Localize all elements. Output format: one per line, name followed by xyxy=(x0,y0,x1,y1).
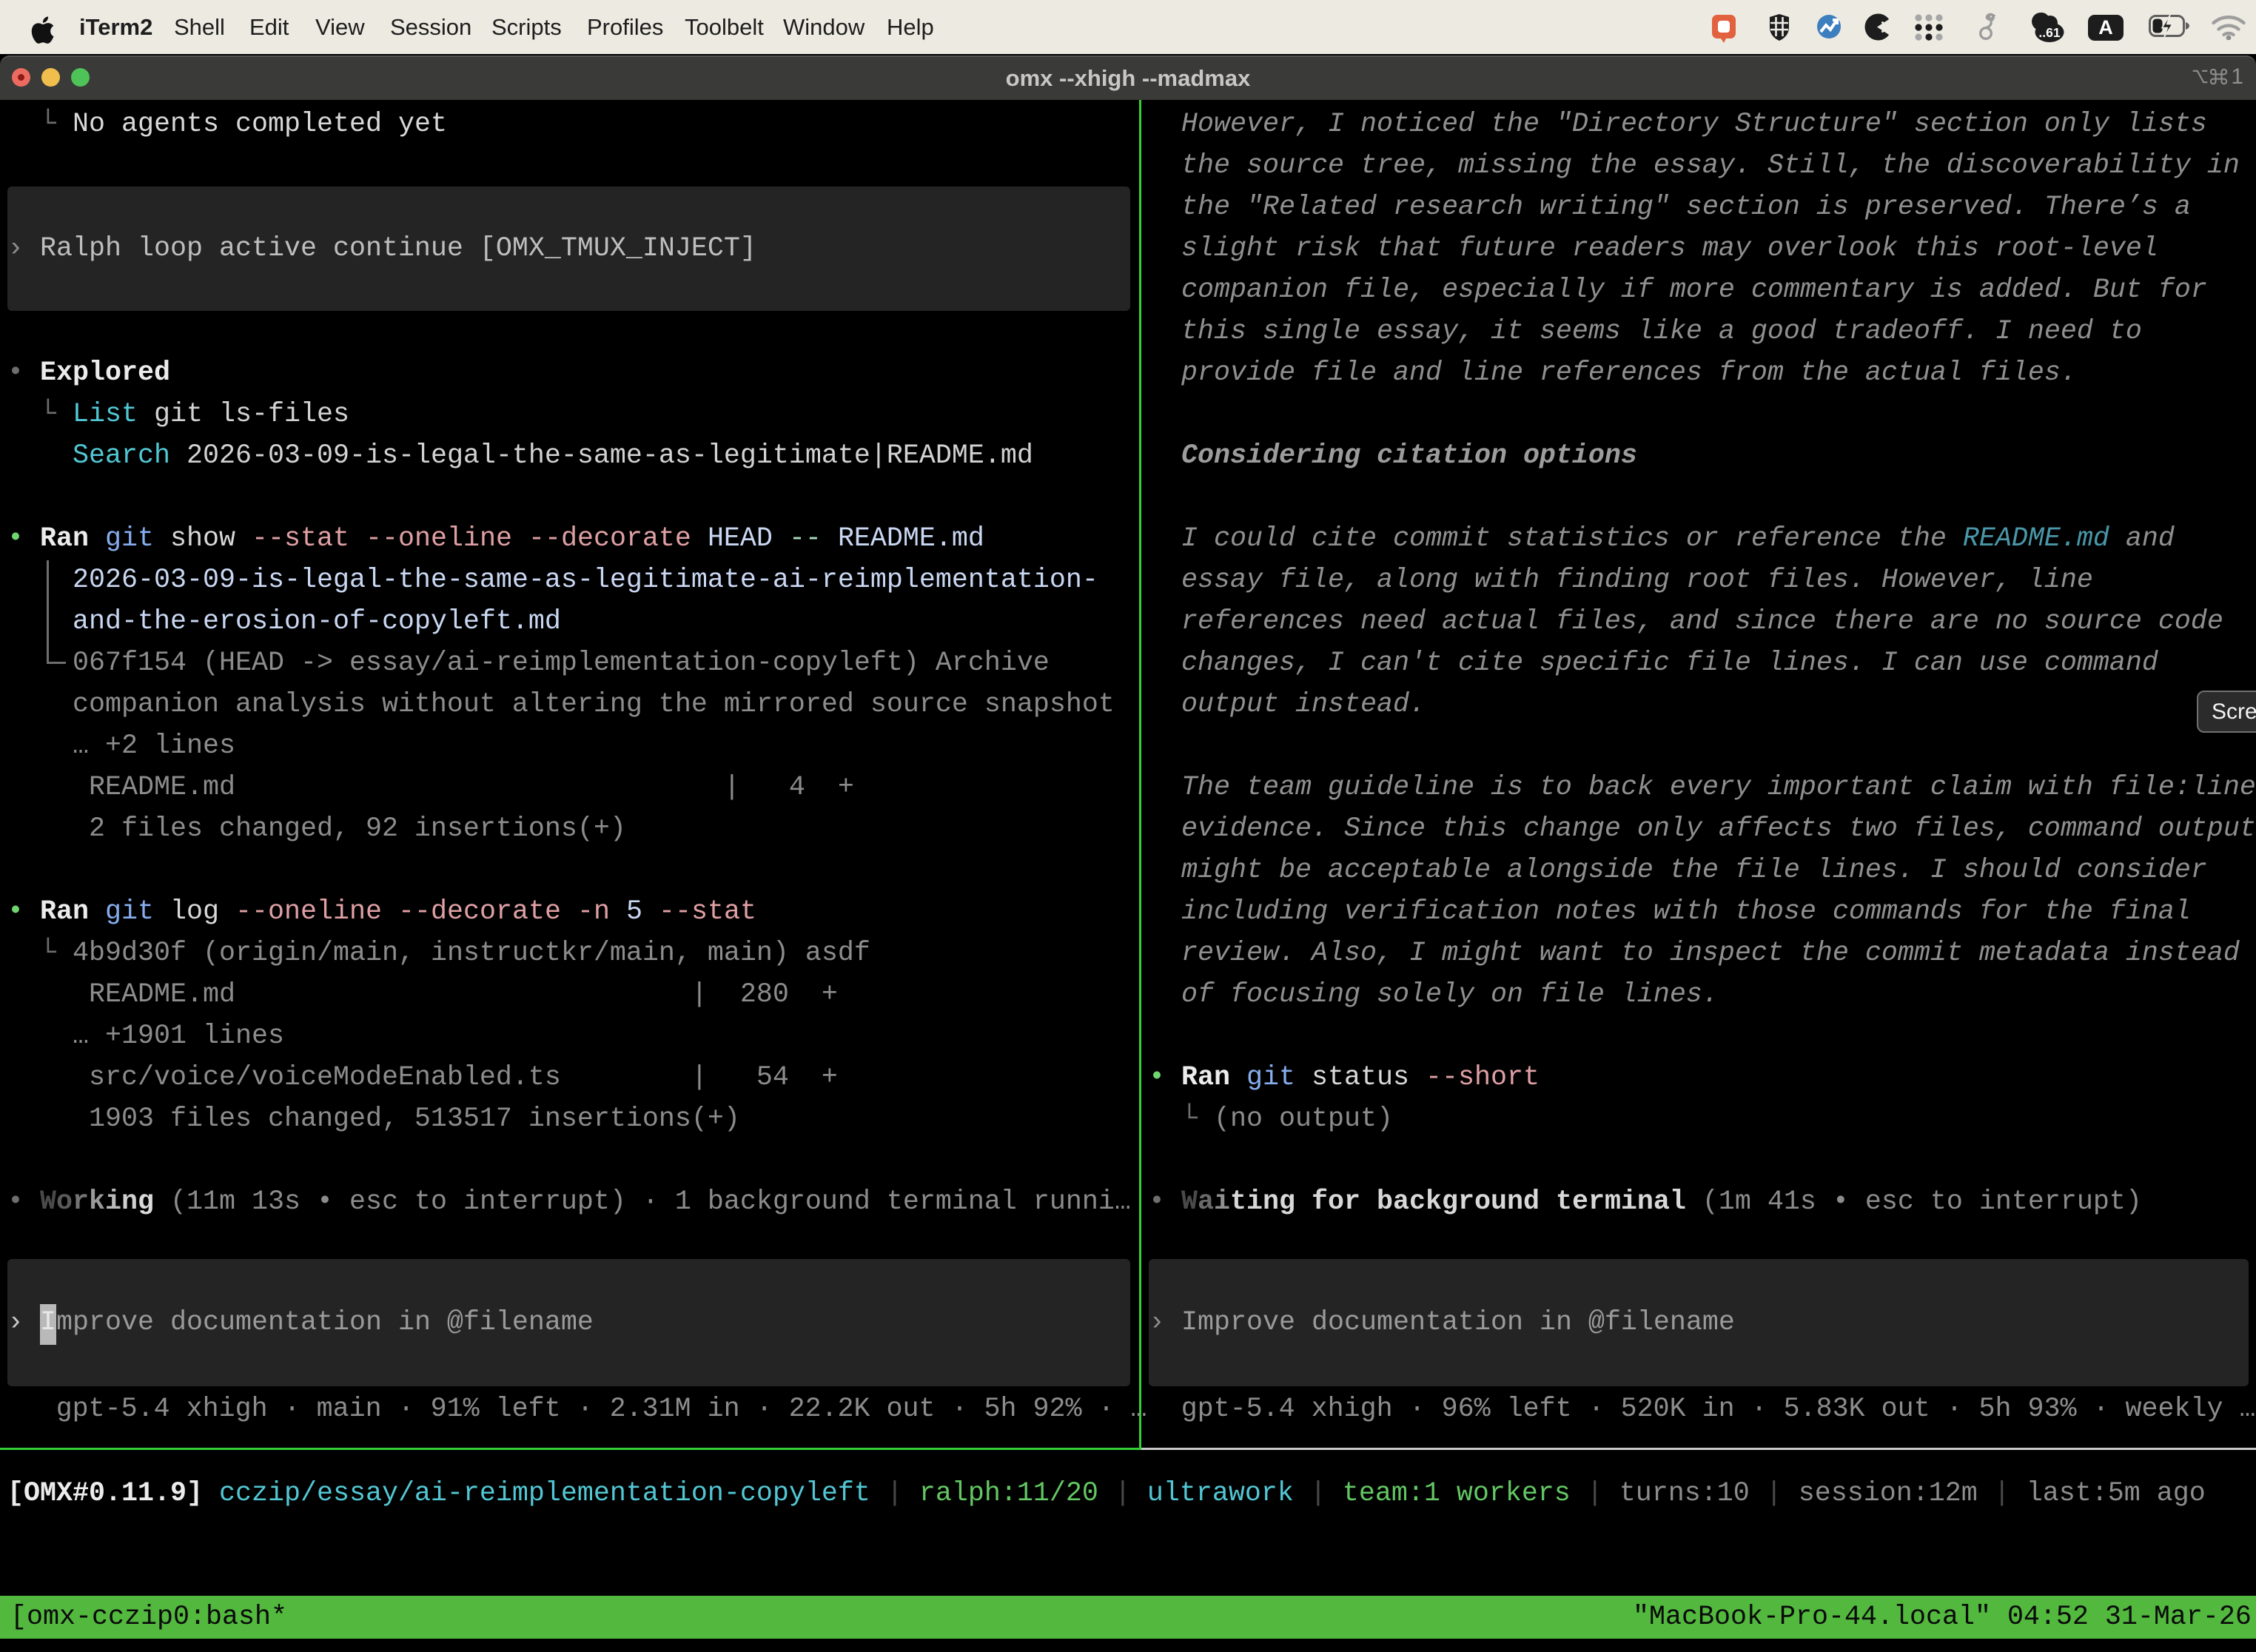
svg-text:..61: ..61 xyxy=(2038,25,2060,40)
